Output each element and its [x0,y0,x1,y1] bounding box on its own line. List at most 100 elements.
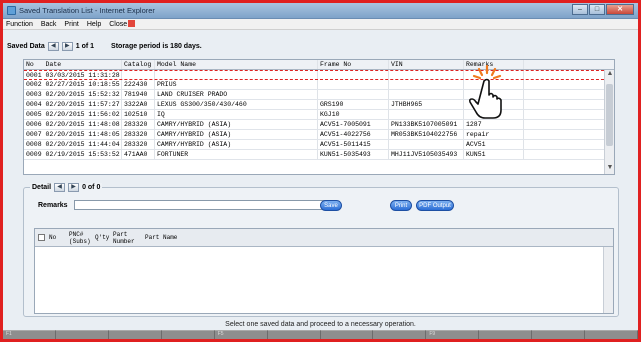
saved-table-scrollbar[interactable]: ▲ ▼ [604,70,614,174]
function-key[interactable] [532,330,586,339]
table-row[interactable]: 0007 02/20/2015 11:48:05 283320 CAMRY/HYBR… [24,130,614,140]
function-key[interactable]: F9 [426,330,480,339]
close-icon [128,20,136,27]
pdf-output-button[interactable]: PDF Output [416,200,454,211]
scroll-thumb[interactable] [606,84,613,146]
table-row[interactable]: 0004 02/20/2015 11:57:27 3322A0 LEXUS GS30… [24,100,614,110]
cell-date: 02/20/2015 11:56:02 [45,111,120,118]
cell-catalog: 222430 [122,80,155,89]
cell-model [155,71,318,79]
cell-remarks: repair [464,130,524,139]
cell-frame: KGJ10 [318,110,389,119]
function-key[interactable]: F5 [214,330,268,339]
table-row[interactable]: 0009 02/19/2015 15:53:52 471AA0 FORTUNER KU… [24,150,614,160]
function-key[interactable] [373,330,427,339]
cell-no-date: 0009 02/19/2015 15:53:52 [24,150,122,159]
cell-model: PRIUS [155,80,318,89]
cell-no-date: 0006 02/20/2015 11:48:08 [24,120,122,129]
cell-catalog: 283320 [122,140,155,149]
col-vin: VIN [389,60,464,69]
cell-frame: ACV51-7005091 [318,120,389,129]
prev-page-button[interactable]: ◀ [47,41,59,51]
cell-frame [318,80,389,89]
cell-vin [389,80,464,89]
parts-header: No PNC# (Subs) Q'ty Part Number Part Nam… [35,229,613,247]
function-key[interactable] [55,330,109,339]
table-header: No Date Catalog Model Name Frame No VIN … [24,60,614,70]
window-title: Saved Translation List - Internet Explor… [19,6,155,15]
cell-date: 02/20/2015 11:48:05 [45,131,120,138]
table-row[interactable]: 0008 02/20/2015 11:44:04 283320 CAMRY/HYBR… [24,140,614,150]
function-key[interactable]: F1 [3,330,56,339]
cell-vin: MR053BK5104022756 [389,130,464,139]
cell-date: 02/19/2015 15:53:52 [45,151,120,158]
cell-date: 02/20/2015 11:57:27 [45,101,120,108]
table-row[interactable]: 0003 02/20/2015 15:52:32 781940 LAND CRUIS… [24,90,614,100]
table-row[interactable]: 0001 03/03/2015 11:31:28 [24,70,614,80]
function-key[interactable] [479,330,533,339]
function-key[interactable] [267,330,321,339]
save-button[interactable]: Save [320,200,342,211]
print-button[interactable]: Print [390,200,412,211]
cell-no: 0006 [26,121,42,128]
cell-catalog: 471AA0 [122,150,155,159]
cell-vin: PN133BK5107005091 [389,120,464,129]
cell-no: 0005 [26,111,42,118]
function-key[interactable] [585,330,638,339]
detail-prev-button[interactable]: ◀ [54,183,66,192]
parts-col-part-name: Part Name [145,234,178,241]
col-header-no-date: No Date [24,60,122,69]
menu-bar: Function Back Print Help Close [3,19,638,30]
cell-no-date: 0005 02/20/2015 11:56:02 [24,110,122,119]
cell-catalog: 283320 [122,130,155,139]
cell-remarks: 1287 [464,120,524,129]
cell-remarks: ACV51 [464,140,524,149]
function-key[interactable] [108,330,162,339]
col-no: No [26,61,34,68]
cell-catalog: 283320 [122,120,155,129]
cell-no-date: 0001 03/03/2015 11:31:28 [24,71,122,79]
title-bar: Saved Translation List - Internet Explor… [3,3,638,19]
cell-vin [389,90,464,99]
cell-model: IQ [155,110,318,119]
table-row[interactable]: 0005 02/20/2015 11:56:02 102510 IQ KGJ10 [24,110,614,120]
cell-catalog: 3322A0 [122,100,155,109]
cell-no: 0009 [26,151,42,158]
ie-icon [7,6,16,15]
menu-close[interactable]: Close [109,20,136,28]
app-window: Saved Translation List - Internet Explor… [0,0,641,342]
minimize-button[interactable]: – [572,4,588,15]
menu-back[interactable]: Back [41,21,57,28]
saved-rows: 0001 03/03/2015 11:31:28 0002 02/27/2015 … [24,70,614,160]
function-key[interactable] [161,330,215,339]
cell-no-date: 0004 02/20/2015 11:57:27 [24,100,122,109]
cell-model: FORTUNER [155,150,318,159]
table-row[interactable]: 0002 02/27/2015 10:18:55 222430 PRIUS [24,80,614,90]
function-key[interactable] [320,330,374,339]
remarks-input[interactable] [74,200,332,210]
maximize-button[interactable]: □ [589,4,605,15]
col-date: Date [45,61,62,68]
cell-date: 02/20/2015 11:44:04 [45,141,120,148]
cell-no-date: 0003 02/20/2015 15:52:32 [24,90,122,99]
parts-table-scrollbar[interactable] [603,247,613,313]
cell-date: 02/20/2015 11:48:08 [45,121,120,128]
cell-no: 0007 [26,131,42,138]
scroll-down-icon[interactable]: ▼ [605,164,614,174]
menu-function[interactable]: Function [6,21,33,28]
select-all-checkbox[interactable] [38,234,45,241]
cell-frame: ACV51-4022756 [318,130,389,139]
table-row[interactable]: 0006 02/20/2015 11:48:08 283320 CAMRY/HYBR… [24,120,614,130]
menu-help[interactable]: Help [87,21,101,28]
col-frame-no: Frame No [318,60,389,69]
cell-frame [318,90,389,99]
scroll-up-icon[interactable]: ▲ [605,70,614,80]
next-page-button[interactable]: ▶ [61,41,73,51]
menu-close-label: Close [109,21,128,28]
cell-remarks: KUN51 [464,150,524,159]
detail-next-button[interactable]: ▶ [68,183,80,192]
cell-no: 0004 [26,101,42,108]
cell-no: 0008 [26,141,42,148]
window-close-button[interactable]: ✕ [606,4,634,15]
menu-print[interactable]: Print [64,21,78,28]
